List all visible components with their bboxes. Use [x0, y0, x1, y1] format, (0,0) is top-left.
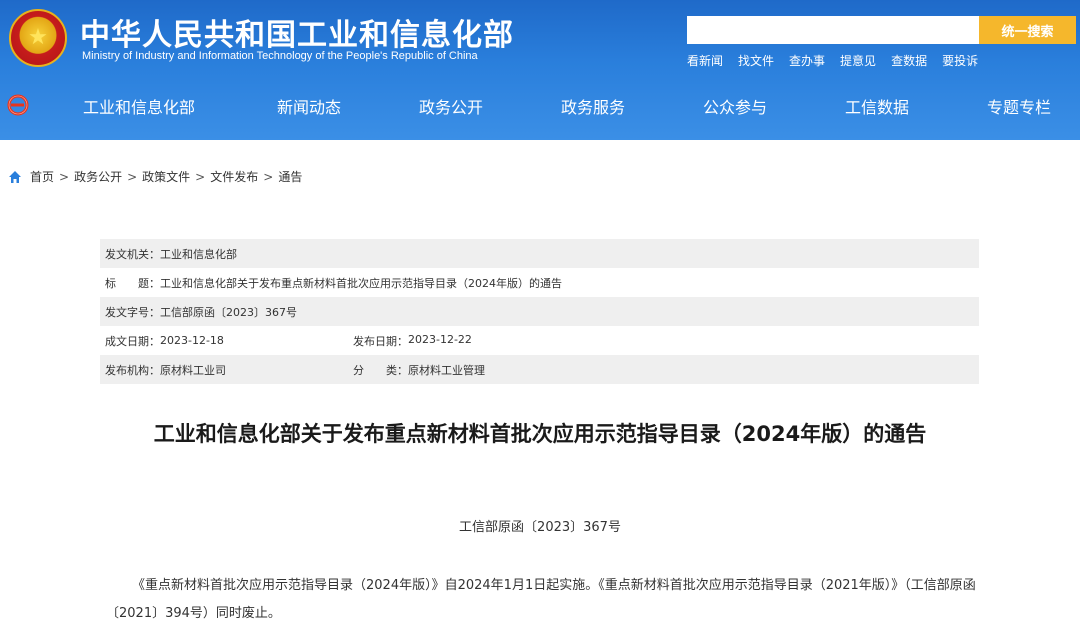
breadcrumb-notice[interactable]: 通告	[278, 168, 302, 185]
meta-category-group: 分 类： 原材料工业管理	[353, 362, 485, 378]
breadcrumb-policy-files[interactable]: 政策文件	[142, 168, 190, 185]
search-button[interactable]: 统一搜索	[979, 16, 1076, 44]
meta-row-org: 发布机构： 原材料工业司 分 类： 原材料工业管理	[100, 355, 979, 384]
meta-title: 工业和信息化部关于发布重点新材料首批次应用示范指导目录（2024年版）的通告	[160, 276, 562, 290]
home-icon[interactable]	[8, 170, 22, 184]
quick-links: 看新闻 找文件 查办事 提意见 查数据 要投诉	[687, 52, 978, 69]
nav-item-participation[interactable]: 公众参与	[703, 94, 767, 118]
breadcrumb-separator: >	[59, 169, 70, 184]
meta-published-group: 发布日期： 2023-12-22	[353, 333, 472, 349]
main-nav: 工业和信息化部 新闻动态 政务公开 政务服务 公众参与 工信数据 专题专栏	[0, 82, 1080, 126]
document-title: 工业和信息化部关于发布重点新材料首批次应用示范指导目录（2024年版）的通告	[153, 422, 927, 446]
meta-label: 发文字号：	[105, 305, 160, 319]
meta-label: 标 题：	[105, 276, 160, 290]
nav-item-public-affairs[interactable]: 政务公开	[419, 94, 483, 118]
meta-row-title: 标 题： 工业和信息化部关于发布重点新材料首批次应用示范指导目录（2024年版）…	[100, 268, 979, 297]
star-icon: ★	[28, 25, 48, 50]
nav-item-ministry[interactable]: 工业和信息化部	[83, 94, 195, 118]
quick-link-news[interactable]: 看新闻	[687, 52, 723, 69]
meta-issuer: 工业和信息化部	[160, 247, 237, 261]
quick-link-feedback[interactable]: 提意见	[840, 52, 876, 69]
meta-label: 发布日期：	[353, 334, 408, 348]
quick-link-data[interactable]: 查数据	[891, 52, 927, 69]
meta-row-doc-number: 发文字号： 工信部原函〔2023〕367号	[100, 297, 979, 326]
meta-label: 分 类：	[353, 363, 408, 377]
national-emblem-icon[interactable]: ★	[9, 9, 67, 67]
document-paragraph: 《重点新材料首批次应用示范指导目录（2024年版）》自2024年1月1日起实施。…	[106, 578, 976, 621]
meta-label: 发文机关：	[105, 247, 160, 261]
meta-category: 原材料工业管理	[408, 363, 485, 377]
nav-item-news[interactable]: 新闻动态	[277, 94, 341, 118]
meta-created-date: 2023-12-18	[160, 334, 224, 347]
site-header: ★ 中华人民共和国工业和信息化部 Ministry of Industry an…	[0, 0, 1080, 140]
nav-item-topics[interactable]: 专题专栏	[987, 94, 1051, 118]
breadcrumb-file-release[interactable]: 文件发布	[210, 168, 258, 185]
breadcrumb-separator: >	[195, 169, 206, 184]
nav-item-data[interactable]: 工信数据	[845, 94, 909, 118]
document-metadata-table: 发文机关： 工业和信息化部 标 题： 工业和信息化部关于发布重点新材料首批次应用…	[100, 239, 979, 384]
meta-label: 发布机构：	[105, 363, 160, 377]
search-input[interactable]	[687, 16, 979, 44]
meta-label: 成文日期：	[105, 334, 160, 348]
breadcrumb-public-affairs[interactable]: 政务公开	[74, 168, 122, 185]
breadcrumb-separator: >	[127, 169, 138, 184]
breadcrumb: 首页 > 政务公开 > 政策文件 > 文件发布 > 通告	[8, 168, 302, 185]
meta-doc-number: 工信部原函〔2023〕367号	[160, 305, 297, 319]
meta-row-dates: 成文日期： 2023-12-18 发布日期： 2023-12-22	[100, 326, 979, 355]
breadcrumb-separator: >	[263, 169, 274, 184]
e-government-logo-icon[interactable]	[7, 94, 29, 116]
document-number: 工信部原函〔2023〕367号	[459, 520, 621, 535]
quick-link-complaint[interactable]: 要投诉	[942, 52, 978, 69]
site-subtitle: Ministry of Industry and Information Tec…	[82, 50, 478, 62]
meta-row-issuer: 发文机关： 工业和信息化部	[100, 239, 979, 268]
site-title[interactable]: 中华人民共和国工业和信息化部	[80, 10, 514, 54]
quick-link-files[interactable]: 找文件	[738, 52, 774, 69]
meta-org: 原材料工业司	[160, 363, 226, 377]
quick-link-services[interactable]: 查办事	[789, 52, 825, 69]
meta-published-date: 2023-12-22	[408, 332, 472, 346]
nav-item-services[interactable]: 政务服务	[561, 94, 625, 118]
breadcrumb-home[interactable]: 首页	[30, 168, 54, 185]
